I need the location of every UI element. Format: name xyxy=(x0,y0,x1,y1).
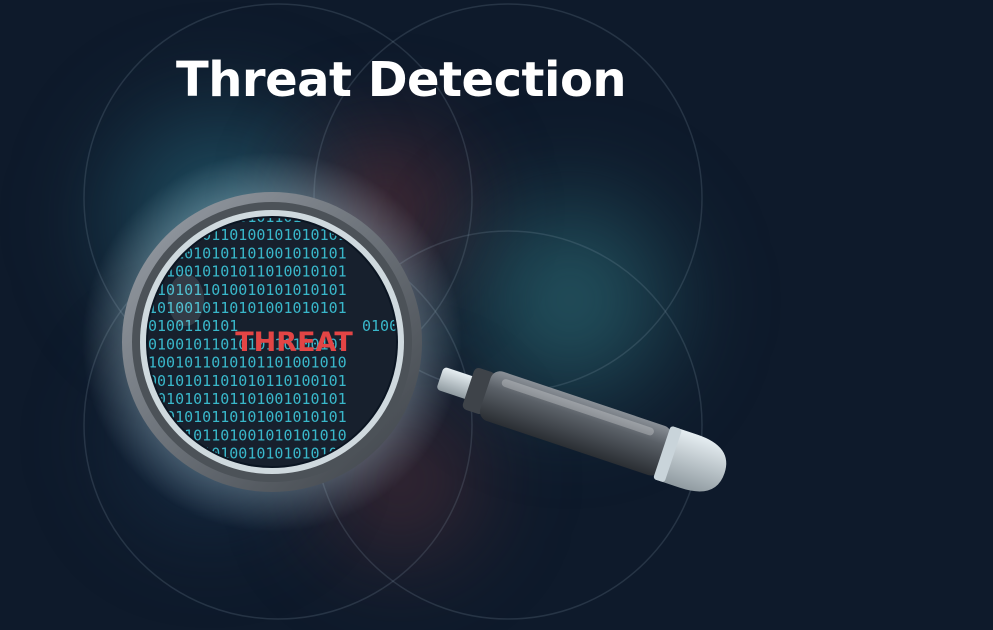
page-title: Threat Detection xyxy=(176,52,627,108)
